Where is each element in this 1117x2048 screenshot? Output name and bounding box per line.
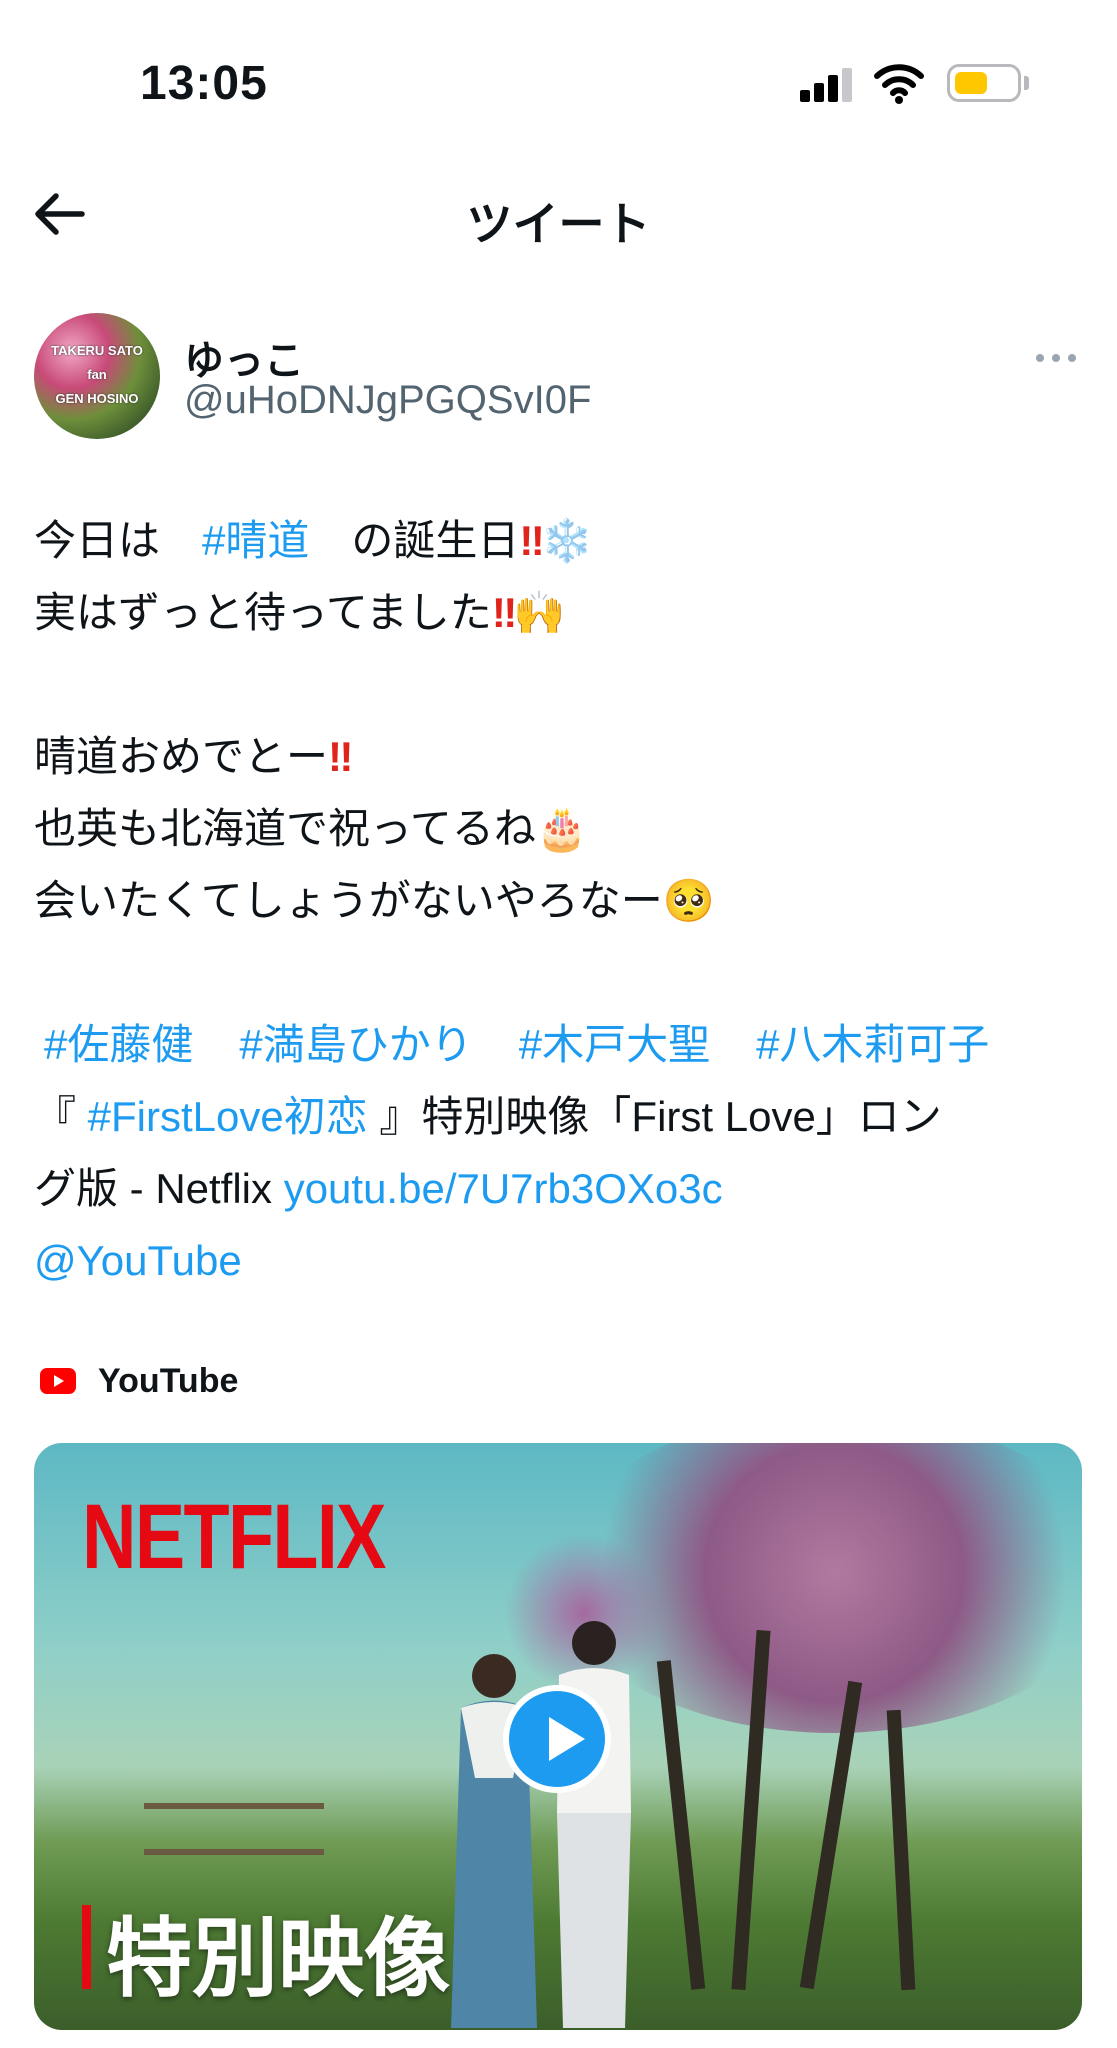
text: 会いたくてしょうがないやろなー: [34, 877, 663, 924]
tweet-line: #佐藤健 #満島ひかり #木戸大聖 #八木莉可子: [34, 1009, 1094, 1081]
text: 』特別映像「First Love」ロン: [367, 1093, 942, 1140]
card-source-label: YouTube: [98, 1362, 239, 1400]
raised-hands-emoji-icon: 🙌: [513, 588, 566, 637]
avatar-text-1: TAKERU SATO: [51, 343, 143, 358]
tweet-text: 今日は #晴道 の誕生日‼❄️ 実はずっと待ってました‼🙌 晴道おめでとー‼ 也…: [34, 505, 1094, 1297]
cake-emoji-icon: 🎂: [535, 804, 589, 853]
status-time: 13:05: [140, 57, 268, 110]
text: 今日は: [34, 517, 203, 564]
text: の誕生日: [309, 517, 520, 564]
snowflake-emoji-icon: ❄️: [540, 516, 594, 565]
hashtag-link[interactable]: #晴道: [202, 517, 309, 564]
signal-icon: [800, 66, 856, 102]
youtube-logo-icon: [40, 1368, 76, 1394]
mention-link[interactable]: @YouTube: [34, 1237, 242, 1284]
tweet-line: 実はずっと待ってました‼🙌: [34, 577, 1094, 649]
text: 実はずっと待ってました: [34, 589, 492, 636]
battery-tip: [1024, 76, 1029, 90]
status-bar: 13:05: [0, 0, 1117, 150]
text: 晴道おめでとー: [34, 733, 329, 780]
avatar-text-3: GEN HOSINO: [55, 391, 139, 406]
battery-icon: [947, 64, 1021, 102]
hashtag-link[interactable]: #満島ひかり: [239, 1021, 472, 1068]
battery-level: [955, 72, 987, 94]
url-link[interactable]: youtu.be/7U7rb3OXo3c: [284, 1165, 723, 1212]
hashtag-link[interactable]: #八木莉可子: [756, 1021, 989, 1068]
tweet-line: 『 #FirstLove初恋 』特別映像「First Love」ロン: [34, 1081, 1094, 1153]
tree-trunk: [886, 1709, 916, 1991]
avatar-text-2: fan: [87, 367, 107, 382]
video-card[interactable]: NETFLIX 特別映像: [34, 1443, 1082, 2030]
more-icon[interactable]: [1036, 350, 1080, 370]
exclamation-emoji-icon: ‼: [519, 517, 544, 564]
avatar[interactable]: TAKERU SATO fan GEN HOSINO: [34, 313, 160, 439]
tweet-line: 今日は #晴道 の誕生日‼❄️: [34, 505, 1094, 577]
pleading-face-emoji-icon: 🥺: [662, 876, 716, 925]
text: 『: [34, 1093, 88, 1140]
video-caption: 特別映像: [106, 1911, 450, 2007]
text: 也英も北海道で祝ってるね: [34, 805, 536, 852]
play-icon[interactable]: [503, 1685, 611, 1793]
caption-accent-bar: [82, 1905, 91, 1989]
text: グ版 - Netflix: [34, 1165, 284, 1212]
person-figure: [557, 1621, 631, 2028]
exclamation-emoji-icon: ‼: [491, 589, 517, 636]
netflix-logo: NETFLIX: [82, 1486, 386, 1588]
wifi-icon: [874, 64, 924, 104]
hashtag-link[interactable]: #佐藤健: [44, 1021, 193, 1068]
tweet-line: グ版 - Netflix youtu.be/7U7rb3OXo3c: [34, 1153, 1094, 1225]
hashtag-link[interactable]: #FirstLove初恋: [88, 1093, 368, 1140]
page-title: ツイート: [466, 198, 651, 250]
user-handle[interactable]: @uHoDNJgPGQSvI0F: [184, 378, 591, 423]
tweet-line: 也英も北海道で祝ってるね🎂: [34, 793, 1094, 865]
exclamation-emoji-icon: ‼: [328, 733, 353, 780]
fence-image: [144, 1803, 324, 1855]
tweet-line: @YouTube: [34, 1225, 1094, 1297]
nav-header: ツイート: [0, 160, 1117, 270]
tweet-line: 晴道おめでとー‼: [34, 721, 1094, 793]
hashtag-link[interactable]: #木戸大聖: [519, 1021, 710, 1068]
tweet-author: TAKERU SATO fan GEN HOSINO ゆっこ @uHoDNJgP…: [0, 300, 1117, 450]
tweet-line: 会いたくてしょうがないやろなー🥺: [34, 865, 1094, 937]
